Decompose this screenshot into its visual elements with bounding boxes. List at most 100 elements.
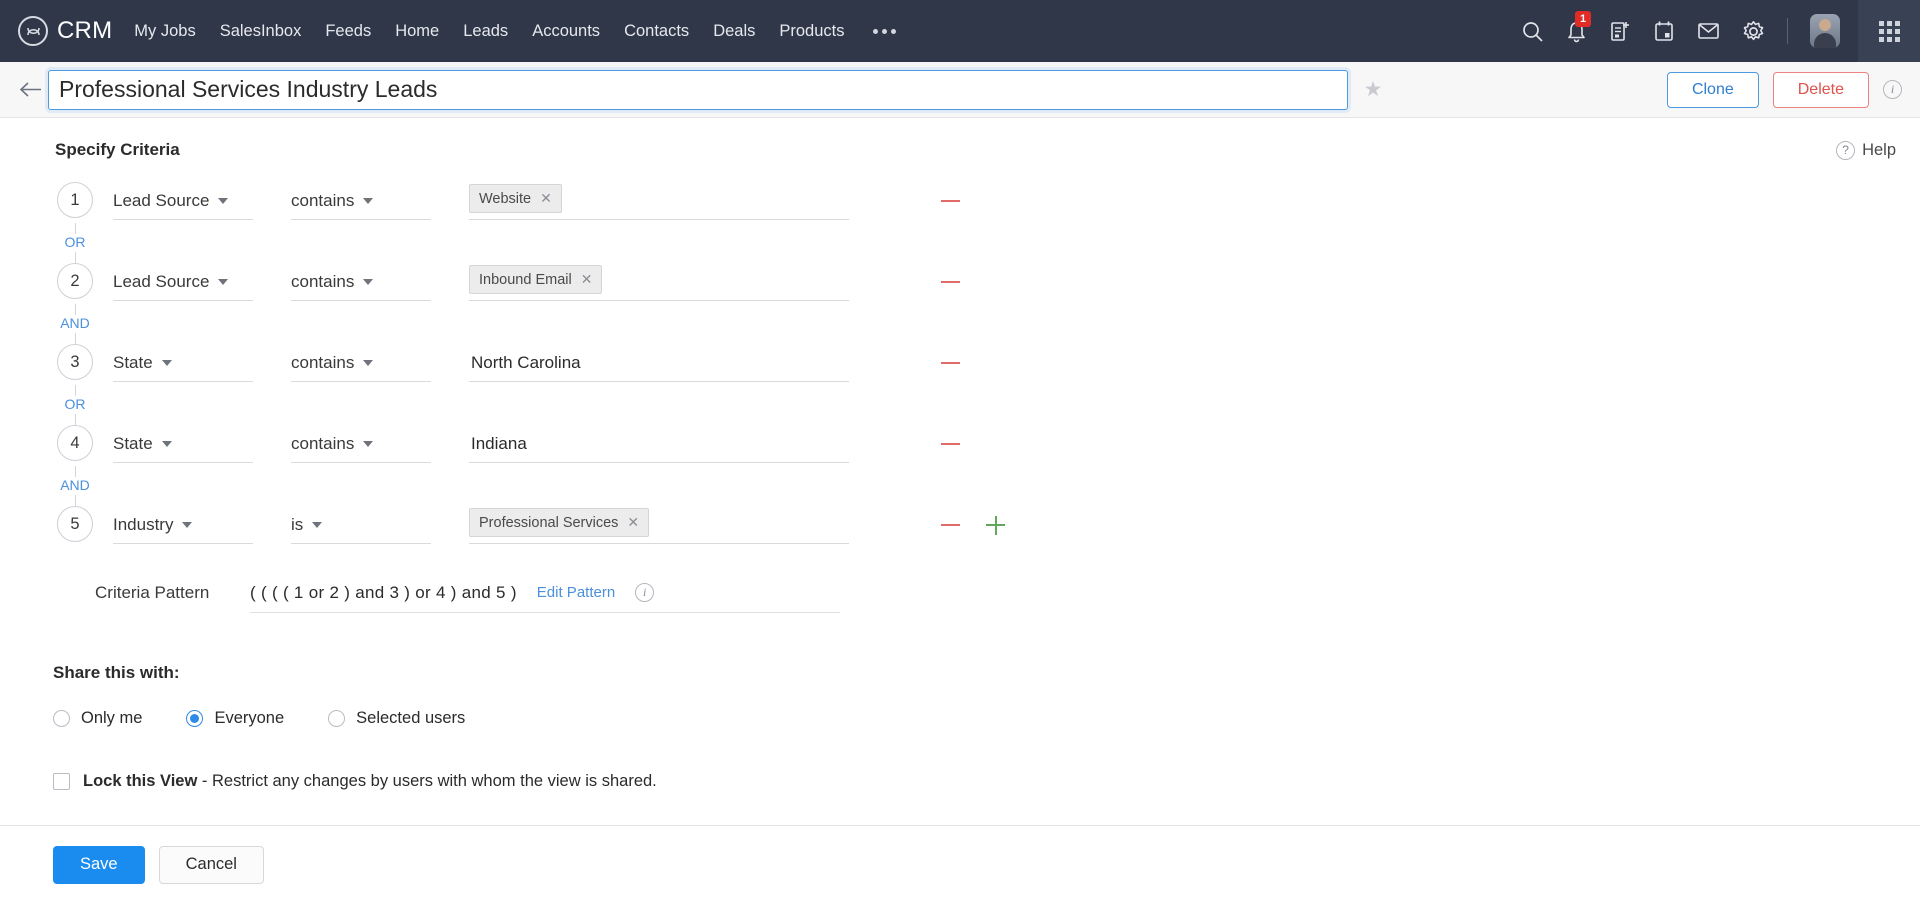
criteria-list: 1 Lead Source contains Website ✕ OR 2 Le… bbox=[0, 182, 1920, 547]
connector-label[interactable]: OR bbox=[64, 234, 86, 252]
view-name-input[interactable] bbox=[48, 69, 1348, 110]
criteria-value-input[interactable]: Professional Services ✕ bbox=[469, 506, 849, 544]
notification-count-badge: 1 bbox=[1575, 10, 1591, 27]
remove-criteria-icon[interactable] bbox=[941, 281, 960, 283]
criteria-operator-select[interactable]: is bbox=[291, 506, 431, 544]
chip-remove-icon[interactable]: ✕ bbox=[581, 271, 593, 288]
criteria-value-input[interactable]: North Carolina bbox=[469, 344, 849, 382]
criteria-connector: AND bbox=[55, 466, 1920, 507]
criteria-value-input[interactable]: Inbound Email ✕ bbox=[469, 263, 849, 301]
criteria-row-actions bbox=[941, 506, 1005, 544]
connector-label[interactable]: AND bbox=[60, 315, 90, 333]
apps-grid-icon[interactable] bbox=[1858, 0, 1920, 62]
calendar-icon[interactable] bbox=[1653, 20, 1675, 43]
criteria-row-actions bbox=[941, 425, 960, 463]
add-note-icon[interactable] bbox=[1609, 20, 1631, 43]
criteria-row-actions bbox=[941, 344, 960, 382]
title-info-icon[interactable]: i bbox=[1883, 80, 1902, 99]
nav-item-my-jobs[interactable]: My Jobs bbox=[134, 18, 195, 45]
share-option-everyone[interactable]: Everyone bbox=[186, 709, 284, 728]
back-arrow-icon[interactable] bbox=[14, 73, 48, 107]
value-chip[interactable]: Website ✕ bbox=[469, 184, 562, 213]
remove-criteria-icon[interactable] bbox=[941, 524, 960, 526]
criteria-number: 2 bbox=[57, 263, 93, 299]
radio-everyone[interactable] bbox=[186, 710, 204, 727]
lock-view-checkbox[interactable] bbox=[53, 773, 70, 790]
chevron-down-icon bbox=[312, 521, 323, 528]
nav-item-deals[interactable]: Deals bbox=[713, 18, 755, 45]
radio-selected-users[interactable] bbox=[328, 710, 346, 727]
add-criteria-icon[interactable] bbox=[986, 515, 1005, 535]
share-option-label: Selected users bbox=[356, 709, 466, 727]
brand-name: CRM bbox=[57, 17, 113, 44]
clone-button[interactable]: Clone bbox=[1666, 71, 1759, 108]
criteria-field-select[interactable]: Industry bbox=[113, 506, 253, 544]
value-chip[interactable]: Professional Services ✕ bbox=[469, 508, 650, 537]
search-icon[interactable] bbox=[1521, 20, 1544, 43]
cancel-button[interactable]: Cancel bbox=[158, 845, 264, 884]
criteria-number-wrap: 5 bbox=[55, 506, 95, 542]
help-question-icon: ? bbox=[1836, 140, 1856, 160]
criteria-number: 3 bbox=[57, 344, 93, 380]
nav-item-leads[interactable]: Leads bbox=[463, 18, 508, 45]
nav-item-home[interactable]: Home bbox=[395, 18, 439, 45]
criteria-row: 4 State contains Indiana bbox=[55, 425, 1920, 466]
criteria-field-select[interactable]: Lead Source bbox=[113, 263, 253, 301]
chip-remove-icon[interactable]: ✕ bbox=[627, 514, 639, 531]
criteria-operator-select[interactable]: contains bbox=[291, 425, 431, 463]
chip-label: Professional Services bbox=[479, 514, 619, 531]
criteria-pattern-field[interactable]: ( ( ( ( 1 or 2 ) and 3 ) or 4 ) and 5 ) … bbox=[250, 573, 840, 613]
page-title: Specify Criteria bbox=[55, 140, 180, 159]
criteria-value-input[interactable]: Website ✕ bbox=[469, 182, 849, 220]
share-section-title: Share this with: bbox=[53, 663, 180, 682]
save-button[interactable]: Save bbox=[53, 845, 145, 884]
lock-view-text: Lock this View - Restrict any changes by… bbox=[83, 772, 657, 791]
more-menu-icon[interactable] bbox=[869, 23, 900, 40]
criteria-field-label: State bbox=[113, 352, 153, 372]
title-bar-actions: Clone Delete i bbox=[1666, 71, 1902, 108]
brand-logo[interactable]: CRM bbox=[18, 16, 112, 46]
criteria-row: 1 Lead Source contains Website ✕ bbox=[55, 182, 1920, 223]
mail-icon[interactable] bbox=[1697, 21, 1720, 41]
help-link[interactable]: ? Help bbox=[1836, 140, 1896, 160]
criteria-operator-select[interactable]: contains bbox=[291, 344, 431, 382]
edit-pattern-link[interactable]: Edit Pattern bbox=[537, 584, 615, 601]
favorite-star-icon[interactable]: ★ bbox=[1356, 73, 1390, 107]
criteria-row-actions bbox=[941, 182, 960, 220]
radio-only-me[interactable] bbox=[53, 710, 70, 727]
criteria-operator-select[interactable]: contains bbox=[291, 182, 431, 220]
chip-remove-icon[interactable]: ✕ bbox=[540, 190, 552, 207]
criteria-value-input[interactable]: Indiana bbox=[469, 425, 849, 463]
settings-gear-icon[interactable] bbox=[1742, 20, 1765, 43]
chevron-down-icon bbox=[161, 440, 172, 447]
criteria-operator-select[interactable]: contains bbox=[291, 263, 431, 301]
nav-item-feeds[interactable]: Feeds bbox=[325, 18, 371, 45]
criteria-field-select[interactable]: Lead Source bbox=[113, 182, 253, 220]
remove-criteria-icon[interactable] bbox=[941, 362, 960, 364]
nav-right-actions: 1 bbox=[1521, 0, 1858, 62]
criteria-pattern-value: ( ( ( ( 1 or 2 ) and 3 ) or 4 ) and 5 ) bbox=[250, 582, 517, 602]
remove-criteria-icon[interactable] bbox=[941, 200, 960, 202]
nav-item-salesinbox[interactable]: SalesInbox bbox=[220, 18, 302, 45]
notifications-bell-icon[interactable]: 1 bbox=[1566, 10, 1591, 43]
delete-button[interactable]: Delete bbox=[1772, 71, 1869, 108]
criteria-field-select[interactable]: State bbox=[113, 344, 253, 382]
criteria-number-wrap: 1 bbox=[55, 182, 95, 218]
connector-label[interactable]: OR bbox=[64, 396, 86, 414]
connector-label[interactable]: AND bbox=[60, 477, 90, 495]
criteria-field-select[interactable]: State bbox=[113, 425, 253, 463]
user-avatar[interactable] bbox=[1810, 14, 1840, 48]
criteria-field-label: Lead Source bbox=[113, 190, 210, 210]
share-option-only-me[interactable]: Only me bbox=[53, 709, 142, 728]
value-chip[interactable]: Inbound Email ✕ bbox=[469, 265, 603, 294]
pattern-info-icon[interactable]: i bbox=[635, 583, 655, 602]
share-option-selected-users[interactable]: Selected users bbox=[328, 709, 465, 728]
remove-criteria-icon[interactable] bbox=[941, 443, 960, 445]
share-option-label: Everyone bbox=[214, 709, 285, 727]
share-option-label: Only me bbox=[81, 709, 143, 727]
criteria-row: 5 Industry is Professional Services ✕ bbox=[55, 506, 1920, 547]
nav-item-contacts[interactable]: Contacts bbox=[624, 18, 689, 45]
criteria-operator-label: contains bbox=[291, 271, 355, 291]
nav-item-products[interactable]: Products bbox=[779, 18, 844, 45]
nav-item-accounts[interactable]: Accounts bbox=[532, 18, 600, 45]
